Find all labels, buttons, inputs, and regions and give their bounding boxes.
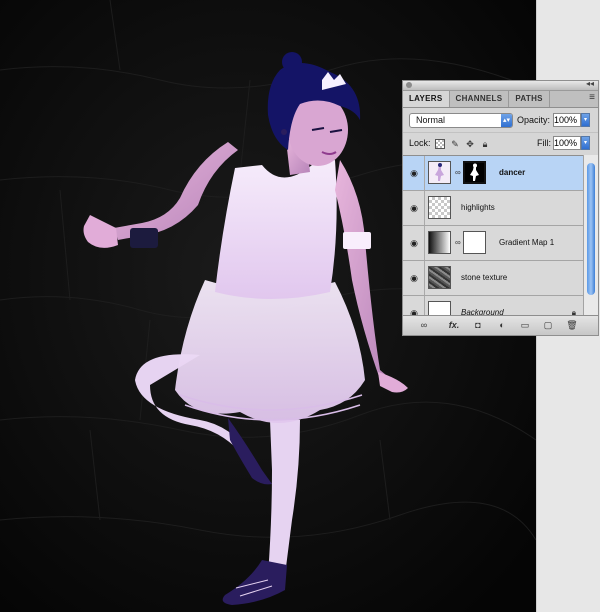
blend-mode-value: Normal xyxy=(416,115,446,125)
mask-silhouette-icon xyxy=(470,163,479,181)
lock-label: Lock: xyxy=(409,138,431,148)
opacity-label: Opacity: xyxy=(517,115,551,125)
layer-thumbnail[interactable] xyxy=(428,161,451,184)
row-divider xyxy=(424,191,425,225)
scrollbar-thumb[interactable] xyxy=(587,163,595,295)
layer-name[interactable]: stone texture xyxy=(461,273,507,282)
panel-titlebar[interactable]: ◂◂ xyxy=(403,79,598,91)
layer-row-highlights[interactable]: ◉ highlights xyxy=(403,191,584,226)
row-divider xyxy=(424,296,425,316)
fx-icon[interactable]: fx. xyxy=(445,319,463,331)
layer-name[interactable]: highlights xyxy=(461,203,495,212)
chain-link-icon[interactable]: ∞ xyxy=(455,168,461,178)
layer-name[interactable]: dancer xyxy=(499,168,525,177)
adjustment-layer-icon[interactable]: ◐ xyxy=(495,319,509,331)
new-group-icon[interactable]: ▭ xyxy=(518,319,532,331)
layer-row-stone-texture[interactable]: ◉ stone texture xyxy=(403,261,584,296)
panel-footer: ∞ fx. ◘ ◐ ▭ ▢ 🗑︎ xyxy=(403,315,598,335)
lock-position-icon[interactable]: ✥ xyxy=(465,139,475,149)
lock-transparency-icon[interactable] xyxy=(435,139,445,149)
panel-menu-icon[interactable]: ≡ xyxy=(589,92,595,103)
opacity-slider-icon[interactable]: ▾ xyxy=(581,113,590,127)
tab-channels[interactable]: CHANNELS xyxy=(450,91,510,107)
layer-row-gradient-map[interactable]: ◉ ∞ Gradient Map 1 xyxy=(403,226,584,261)
layers-scrollbar[interactable] xyxy=(583,155,598,315)
tab-paths[interactable]: PATHS xyxy=(509,91,550,107)
link-layers-icon[interactable]: ∞ xyxy=(417,319,431,331)
layers-panel[interactable]: ◂◂ LAYERS CHANNELS PATHS ≡ Normal ▴▾ Opa… xyxy=(402,79,599,336)
layer-mask-thumbnail[interactable] xyxy=(463,161,486,184)
lock-all-icon[interactable]: 🔒︎ xyxy=(480,139,490,149)
layer-row-dancer[interactable]: ◉ ∞ dancer xyxy=(403,156,584,191)
gradient-map-icon[interactable] xyxy=(428,231,451,254)
fill-slider-icon[interactable]: ▾ xyxy=(581,136,590,150)
panel-tabs: LAYERS CHANNELS PATHS ≡ xyxy=(403,91,598,108)
visibility-eye-icon[interactable]: ◉ xyxy=(406,202,422,214)
panel-collapse-icon[interactable]: ◂◂ xyxy=(586,79,594,88)
layers-list: ◉ ∞ dancer ◉ highlights ◉ ∞ Gradient Map xyxy=(403,155,584,316)
dancer-thumb-icon xyxy=(435,163,444,181)
layer-thumbnail[interactable] xyxy=(428,196,451,219)
stone-texture-thumbnail[interactable] xyxy=(428,266,451,289)
lock-row: Lock: ✎ ✥ 🔒︎ Fill: 100% ▾ xyxy=(403,132,598,155)
visibility-eye-icon[interactable]: ◉ xyxy=(406,272,422,284)
chain-link-icon[interactable]: ∞ xyxy=(455,238,461,248)
row-divider xyxy=(424,261,425,295)
panel-close-icon[interactable] xyxy=(406,82,412,88)
visibility-eye-icon[interactable]: ◉ xyxy=(406,167,422,179)
layer-name[interactable]: Gradient Map 1 xyxy=(499,238,554,247)
layer-row-background[interactable]: ◉ Background 🔒︎ xyxy=(403,296,584,316)
tab-layers[interactable]: LAYERS xyxy=(403,91,450,107)
opacity-field[interactable]: 100% xyxy=(553,113,581,127)
lock-pixels-icon[interactable]: ✎ xyxy=(450,139,460,149)
row-divider xyxy=(424,156,425,190)
new-layer-icon[interactable]: ▢ xyxy=(541,319,555,331)
trash-icon[interactable]: 🗑︎ xyxy=(565,319,579,331)
visibility-eye-icon[interactable]: ◉ xyxy=(406,237,422,249)
fill-field[interactable]: 100% xyxy=(553,136,581,150)
row-divider xyxy=(424,226,425,260)
blend-row: Normal ▴▾ Opacity: 100% ▾ xyxy=(403,108,598,132)
add-mask-icon[interactable]: ◘ xyxy=(471,319,485,331)
layer-mask-thumbnail[interactable] xyxy=(463,231,486,254)
layer-thumbnail[interactable] xyxy=(428,301,451,316)
fill-label: Fill: xyxy=(537,138,551,148)
blend-mode-select[interactable]: Normal ▴▾ xyxy=(409,113,513,128)
select-arrows-icon: ▴▾ xyxy=(501,114,512,127)
